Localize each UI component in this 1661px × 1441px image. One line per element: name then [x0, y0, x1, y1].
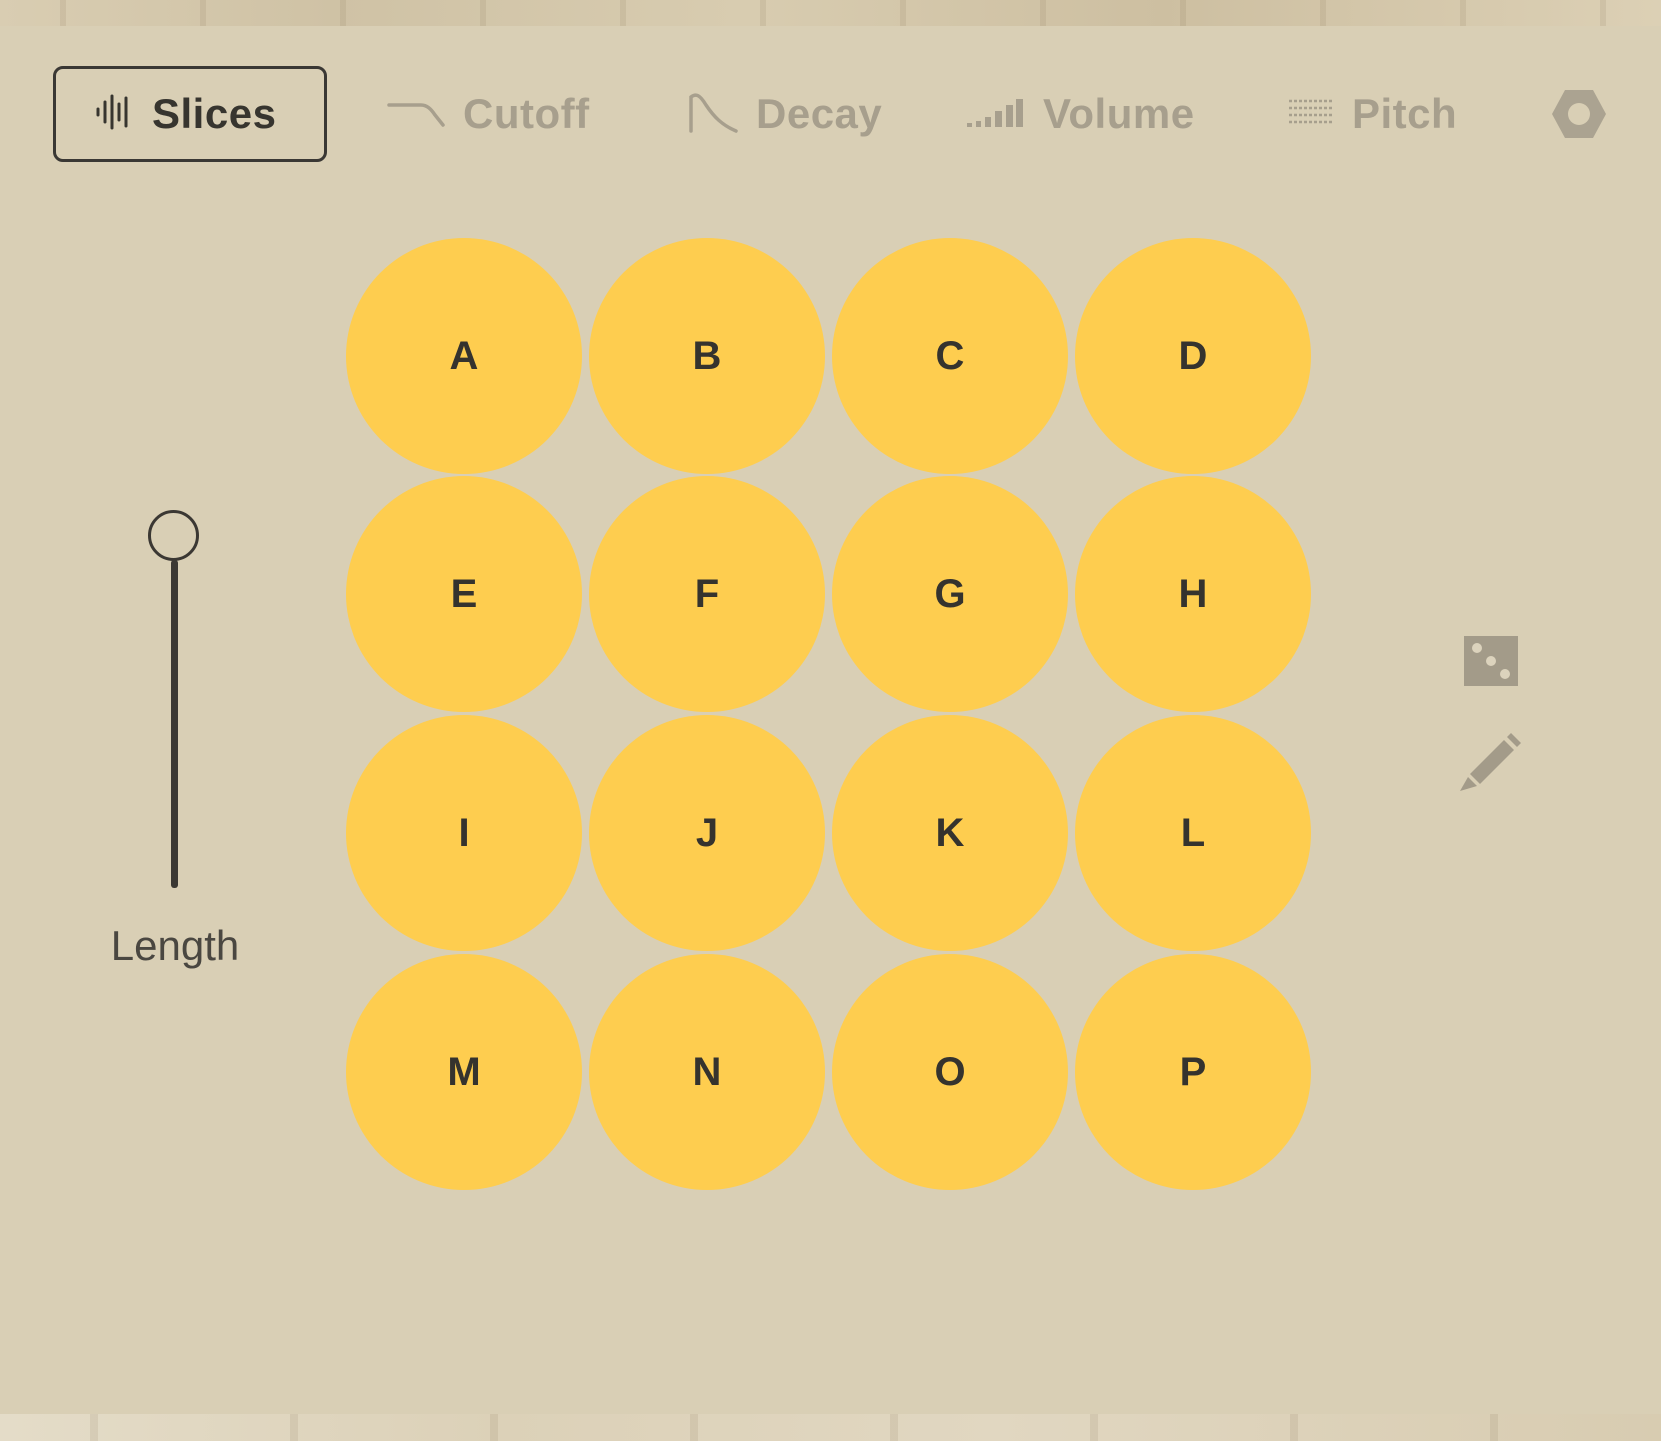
pad-d[interactable]: D: [1075, 238, 1311, 474]
tab-label: Cutoff: [463, 90, 590, 137]
pad-a[interactable]: A: [346, 238, 582, 474]
pad-c[interactable]: C: [832, 238, 1068, 474]
pad-b[interactable]: B: [589, 238, 825, 474]
volume-bars-icon: [965, 95, 1025, 134]
pad-j[interactable]: J: [589, 715, 825, 951]
waveform-icon: [94, 92, 134, 137]
length-slider-label: Length: [110, 922, 240, 969]
cutoff-curve-icon: [387, 97, 445, 132]
pitch-lines-icon: [1288, 97, 1334, 132]
pencil-icon[interactable]: [1458, 730, 1524, 797]
tab-label: Volume: [1043, 90, 1195, 137]
tab-pitch[interactable]: Pitch: [1288, 66, 1457, 162]
tab-decay[interactable]: Decay: [688, 66, 882, 162]
pad-n[interactable]: N: [589, 954, 825, 1190]
pad-h[interactable]: H: [1075, 476, 1311, 712]
pad-m[interactable]: M: [346, 954, 582, 1190]
sampler-panel: [0, 26, 1661, 1414]
pad-e[interactable]: E: [346, 476, 582, 712]
background-strip-bottom: [0, 1414, 1661, 1441]
pad-f[interactable]: F: [589, 476, 825, 712]
pad-i[interactable]: I: [346, 715, 582, 951]
tab-slices[interactable]: Slices: [53, 66, 327, 162]
tab-label: Pitch: [1352, 90, 1458, 137]
tab-cutoff[interactable]: Cutoff: [387, 66, 590, 162]
tab-label: Slices: [152, 90, 277, 137]
decay-curve-icon: [688, 91, 738, 138]
hexagon-icon[interactable]: [1550, 87, 1608, 146]
pad-g[interactable]: G: [832, 476, 1068, 712]
tab-label: Decay: [756, 90, 883, 137]
pad-l[interactable]: L: [1075, 715, 1311, 951]
pad-o[interactable]: O: [832, 954, 1068, 1190]
pad-p[interactable]: P: [1075, 954, 1311, 1190]
length-slider-thumb[interactable]: [148, 510, 199, 561]
tab-volume[interactable]: Volume: [965, 66, 1195, 162]
background-strip-top: [0, 0, 1661, 26]
pad-k[interactable]: K: [832, 715, 1068, 951]
length-slider-track[interactable]: [171, 560, 178, 888]
dice-icon[interactable]: [1464, 636, 1518, 691]
